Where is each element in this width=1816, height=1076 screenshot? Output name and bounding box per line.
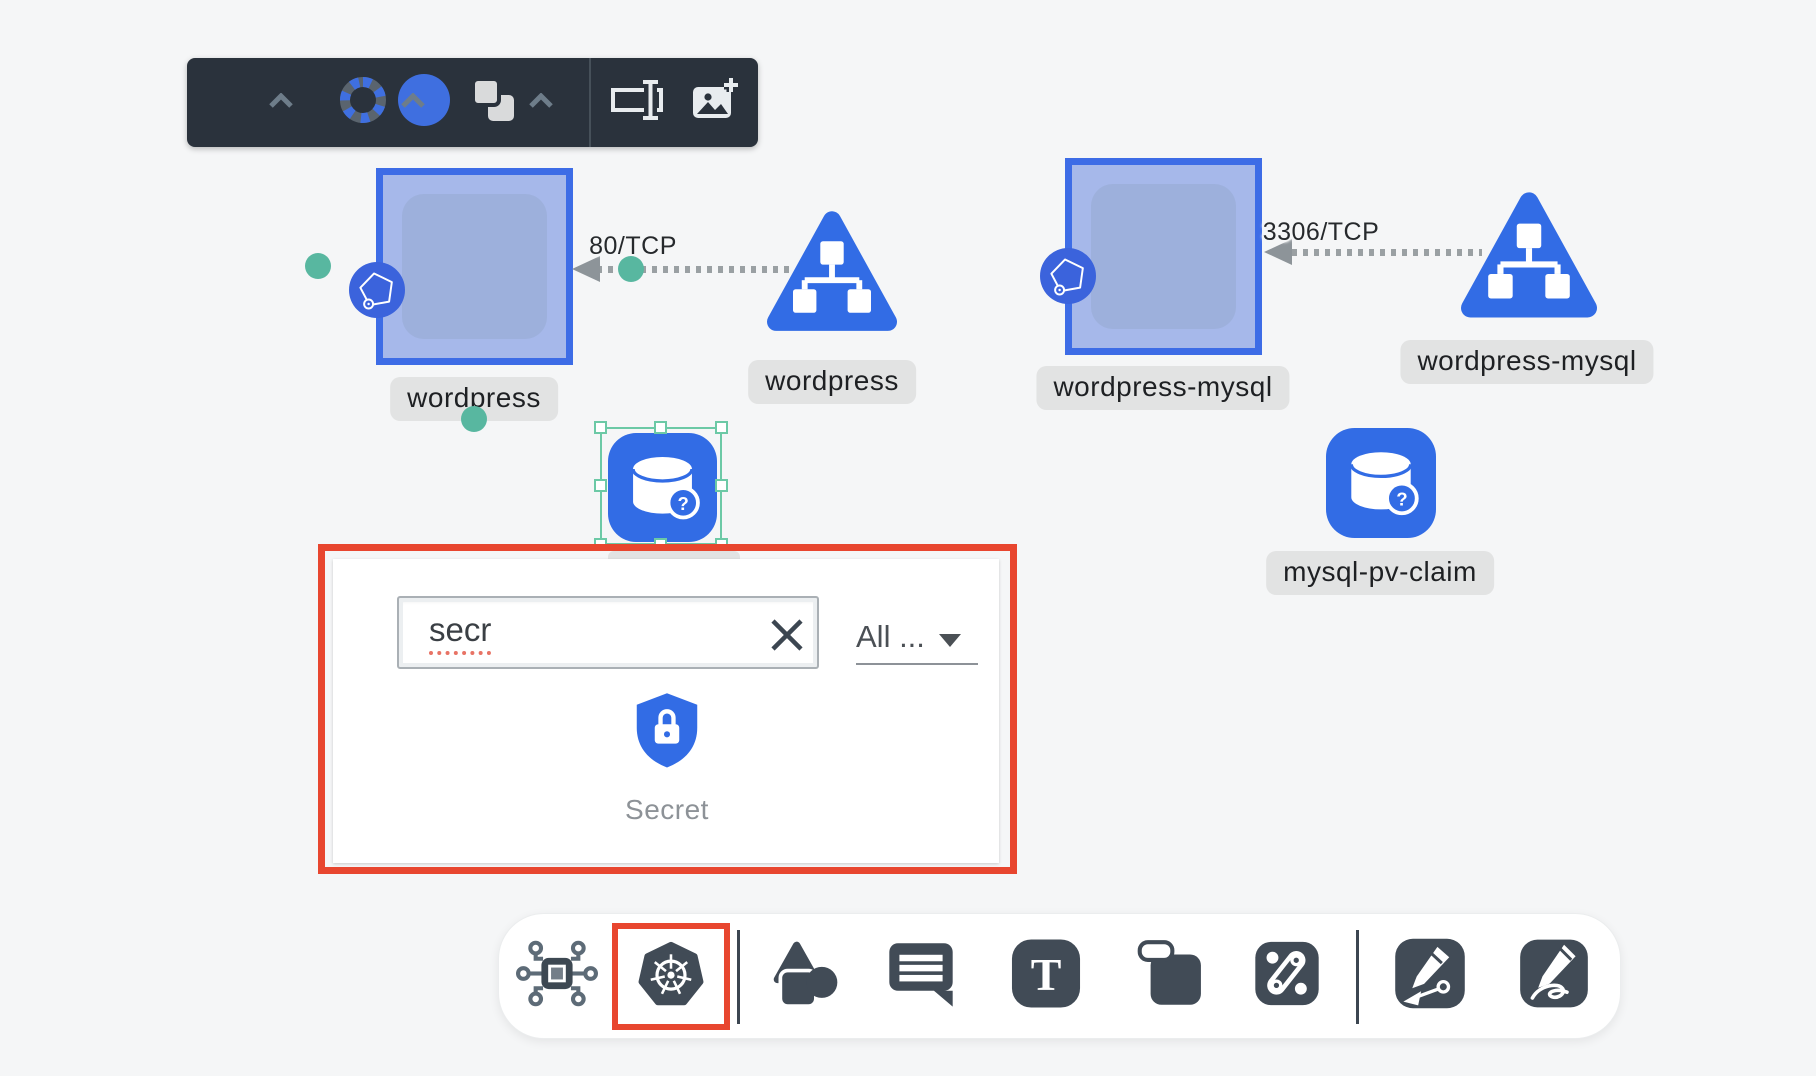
pen-tool-button[interactable] xyxy=(1393,937,1467,1016)
resize-handle-w[interactable] xyxy=(594,479,607,492)
kubernetes-helm-icon xyxy=(631,1001,711,1018)
image-plus-icon xyxy=(688,74,740,131)
svg-text:?: ? xyxy=(1396,489,1407,510)
service-node-wordpress[interactable] xyxy=(764,210,900,345)
deployment-node-wordpress[interactable] xyxy=(376,168,573,365)
chevron-up-icon xyxy=(529,93,553,113)
search-result-secret[interactable]: Secret xyxy=(599,689,735,826)
frame-tool-button[interactable] xyxy=(1137,940,1205,1013)
node-label-wordpress-service[interactable]: wordpress xyxy=(748,360,916,404)
connection-handle[interactable] xyxy=(305,253,331,279)
clear-search-button[interactable] xyxy=(767,615,807,655)
connection-handle[interactable] xyxy=(461,406,487,432)
edge-label-3306-tcp[interactable]: 3306/TCP xyxy=(1263,218,1380,247)
deployment-inner-shape xyxy=(402,194,547,339)
search-result-label: Secret xyxy=(599,794,735,826)
dashed-ring-icon xyxy=(336,73,390,132)
selection-box[interactable] xyxy=(600,427,722,545)
comment-tool-button[interactable] xyxy=(885,938,957,1015)
shapes-icon xyxy=(770,998,844,1015)
resize-handle-n[interactable] xyxy=(654,421,667,434)
stroke-style-expand[interactable] xyxy=(401,58,425,147)
chain-link-icon xyxy=(1254,994,1320,1011)
replace-image-control[interactable] xyxy=(688,58,740,147)
shape-search-input[interactable]: secr xyxy=(397,596,819,669)
filter-selected-value: All ... xyxy=(856,619,925,655)
resize-handle-nw[interactable] xyxy=(594,421,607,434)
diagram-canvas[interactable]: wordpress 80/TCP wordpress wordpress-mys… xyxy=(0,0,1816,1076)
chevron-down-icon xyxy=(939,634,961,647)
palette-divider xyxy=(737,930,740,1024)
node-label-wordpress-mysql-deployment[interactable]: wordpress-mysql xyxy=(1036,366,1289,410)
stroke-style-control[interactable] xyxy=(336,58,390,147)
rename-control[interactable] xyxy=(606,58,664,147)
category-filter-dropdown[interactable]: All ... xyxy=(856,611,978,665)
frame-icon xyxy=(1137,995,1205,1012)
resize-handle-ne[interactable] xyxy=(715,421,728,434)
svg-text:T: T xyxy=(1031,949,1062,1000)
chevron-up-icon xyxy=(401,93,425,113)
copy-style-control[interactable] xyxy=(468,58,518,147)
shape-picker-popup: secr All ... Secret xyxy=(333,559,999,863)
toolbar-divider xyxy=(589,58,591,147)
search-query-text: secr xyxy=(429,611,491,655)
fill-color-expand[interactable] xyxy=(269,58,293,147)
overlapping-squares-icon xyxy=(468,75,518,130)
kubernetes-tool-button[interactable] xyxy=(631,934,711,1019)
pencil-scribble-icon xyxy=(1518,997,1590,1014)
text-tool-button[interactable]: T xyxy=(1009,937,1083,1016)
resize-handle-e[interactable] xyxy=(715,479,728,492)
chevron-up-icon xyxy=(269,93,293,113)
connection-handle[interactable] xyxy=(618,256,644,282)
tool-palette: T xyxy=(498,913,1621,1039)
comment-icon xyxy=(885,997,957,1014)
pod-icon[interactable] xyxy=(349,262,405,318)
pvc-node-mysql-pv-claim[interactable]: ? xyxy=(1325,428,1437,543)
copy-style-expand[interactable] xyxy=(529,58,553,147)
service-node-wordpress-mysql[interactable] xyxy=(1458,191,1600,332)
edge-wordpress-mysql[interactable] xyxy=(1292,249,1482,256)
node-label-wordpress-mysql-service[interactable]: wordpress-mysql xyxy=(1400,340,1653,384)
connector-tool-button[interactable] xyxy=(1254,941,1320,1012)
diagram-tool-button[interactable] xyxy=(516,933,598,1020)
rename-field-icon xyxy=(606,77,664,128)
shapes-tool-button[interactable] xyxy=(770,937,844,1016)
secret-shield-icon xyxy=(631,758,703,775)
text-icon: T xyxy=(1009,998,1083,1015)
deployment-inner-shape xyxy=(1091,184,1236,329)
pod-icon[interactable] xyxy=(1040,248,1096,304)
palette-divider xyxy=(1356,930,1359,1024)
style-toolbar xyxy=(187,58,758,147)
pencil-tool-button[interactable] xyxy=(1518,938,1590,1015)
pen-arrow-icon xyxy=(1393,998,1467,1015)
circuit-diagram-icon xyxy=(516,1002,598,1019)
node-label-mysql-pv-claim[interactable]: mysql-pv-claim xyxy=(1266,551,1494,595)
close-icon xyxy=(767,642,807,659)
